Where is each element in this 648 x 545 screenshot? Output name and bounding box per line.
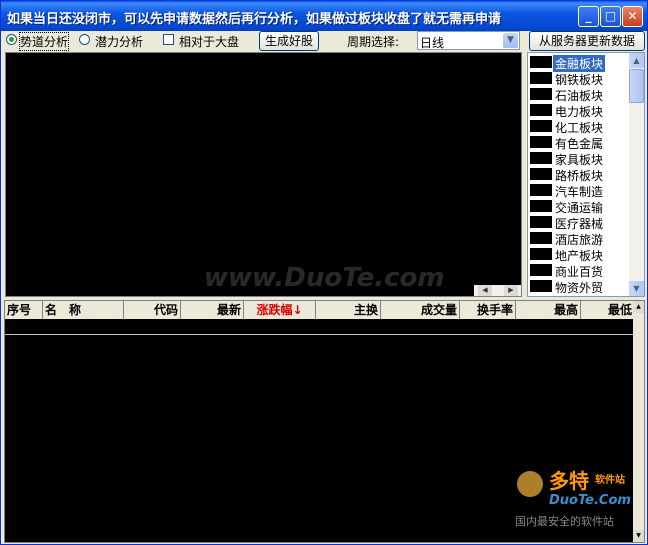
potential-analysis-label[interactable]: 潜力分析 [95, 33, 143, 50]
minimize-button[interactable]: _ [578, 6, 599, 27]
period-label: 周期选择: [347, 35, 400, 49]
duote-logo: 多特 软件站 DuoTe.Com 国内最安全的软件站 [513, 465, 641, 535]
col-high[interactable]: 最高 [516, 301, 581, 319]
sector-list: 金融板块 钢铁板块 石油板块 电力板块 化工板块 有色金属 家具板块 路桥板块 汽车制造 交通运输… [527, 52, 645, 297]
list-item[interactable]: 钢铁板块 [529, 70, 629, 87]
list-item[interactable]: 汽车制造 [529, 182, 629, 199]
list-item[interactable]: 石油板块 [529, 86, 629, 103]
chart-area: www.DuoTe.com ◀ ▶ [5, 52, 522, 297]
list-item[interactable]: 地产板块 [529, 246, 629, 263]
trend-analysis-radio[interactable] [6, 34, 17, 45]
sector-list-scrollbar[interactable]: ▲ ▼ [629, 53, 644, 296]
list-item[interactable]: 化工板块 [529, 118, 629, 135]
color-swatch [530, 88, 552, 100]
mascot-icon [517, 471, 543, 497]
window-title: 如果当日还没闭市，可以先申请数据然后再行分析，如果做过板块收盘了就无需再申请 [7, 12, 502, 27]
color-swatch [530, 168, 552, 180]
period-select-value: 日线 [420, 36, 445, 50]
logo-domain: DuoTe.Com [549, 493, 631, 508]
logo-brand: 多特 [549, 469, 589, 493]
list-item[interactable]: 酒店旅游 [529, 230, 629, 247]
col-code[interactable]: 代码 [124, 301, 181, 319]
watermark-text: www.DuoTe.com [204, 263, 445, 293]
maximize-button[interactable]: □ [600, 6, 621, 27]
col-index[interactable]: 序号 [5, 301, 43, 319]
color-swatch [530, 232, 552, 244]
scroll-thumb[interactable] [629, 69, 644, 103]
col-name[interactable]: 名 称 [43, 301, 124, 319]
color-swatch [530, 104, 552, 116]
color-swatch [530, 120, 552, 132]
color-swatch [530, 280, 552, 292]
color-swatch [530, 264, 552, 276]
list-item[interactable]: 物资外贸 [529, 278, 629, 295]
scroll-up-icon[interactable]: ▲ [629, 53, 644, 68]
trend-analysis-label[interactable]: 势道分析 [18, 32, 70, 51]
list-item[interactable]: 电力板块 [529, 102, 629, 119]
color-swatch [530, 56, 552, 68]
color-swatch [530, 216, 552, 228]
col-latest[interactable]: 最新 [181, 301, 244, 319]
color-swatch [530, 72, 552, 84]
generate-stocks-button[interactable]: 生成好股 [259, 31, 319, 51]
scroll-up-icon[interactable]: ▲ [633, 301, 644, 313]
col-change-pct[interactable]: 涨跌幅↓ [244, 301, 316, 319]
update-from-server-button[interactable]: 从服务器更新数据 [529, 31, 645, 51]
chevron-down-icon[interactable]: ▼ [503, 33, 518, 48]
close-button[interactable]: ✕ [622, 6, 643, 27]
scroll-right-icon[interactable]: ▶ [504, 285, 518, 296]
table-header: 序号 名 称 代码 最新 涨跌幅↓ 主换 成交量 换手率 最高 最低 [5, 301, 635, 319]
scroll-down-icon[interactable]: ▼ [629, 281, 644, 296]
col-volume[interactable]: 成交量 [381, 301, 460, 319]
chart-horizontal-scrollbar[interactable]: ◀ ▶ [474, 285, 521, 296]
toolbar: 势道分析 潜力分析 相对于大盘 生成好股 周期选择: 日线 ▼ 从服务器更新数据 [3, 31, 646, 51]
list-item[interactable]: 商业百货 [529, 262, 629, 279]
color-swatch [530, 136, 552, 148]
logo-brand-suffix: 软件站 [595, 475, 625, 486]
scroll-left-icon[interactable]: ◀ [478, 285, 492, 296]
relative-to-market-checkbox[interactable] [163, 34, 174, 45]
relative-to-market-label[interactable]: 相对于大盘 [179, 33, 239, 50]
list-item[interactable]: 有色金属 [529, 134, 629, 151]
list-item[interactable]: 交通运输 [529, 198, 629, 215]
stock-table: 序号 名 称 代码 最新 涨跌幅↓ 主换 成交量 换手率 最高 最低 ▲ ▼ 多… [4, 300, 645, 543]
list-item[interactable]: 医疗器械 [529, 214, 629, 231]
col-turnover-rate[interactable]: 换手率 [460, 301, 516, 319]
color-swatch [530, 248, 552, 260]
sector-label: 物资外贸 [555, 281, 604, 295]
list-item[interactable]: 路桥板块 [529, 166, 629, 183]
logo-slogan: 国内最安全的软件站 [515, 515, 614, 528]
col-main-turnover[interactable]: 主换 [316, 301, 381, 319]
period-select[interactable]: 日线 ▼ [417, 31, 520, 50]
list-item[interactable]: 家具板块 [529, 150, 629, 167]
potential-analysis-radio[interactable] [79, 34, 90, 45]
title-bar[interactable]: 如果当日还没闭市，可以先申请数据然后再行分析，如果做过板块收盘了就无需再申请 _… [1, 1, 647, 31]
main-window: 如果当日还没闭市，可以先申请数据然后再行分析，如果做过板块收盘了就无需再申请 _… [0, 0, 648, 545]
color-swatch [530, 184, 552, 196]
color-swatch [530, 152, 552, 164]
list-item[interactable]: 金融板块 [529, 54, 629, 72]
table-row [5, 334, 635, 335]
color-swatch [530, 200, 552, 212]
col-low[interactable]: 最低 [581, 301, 635, 319]
